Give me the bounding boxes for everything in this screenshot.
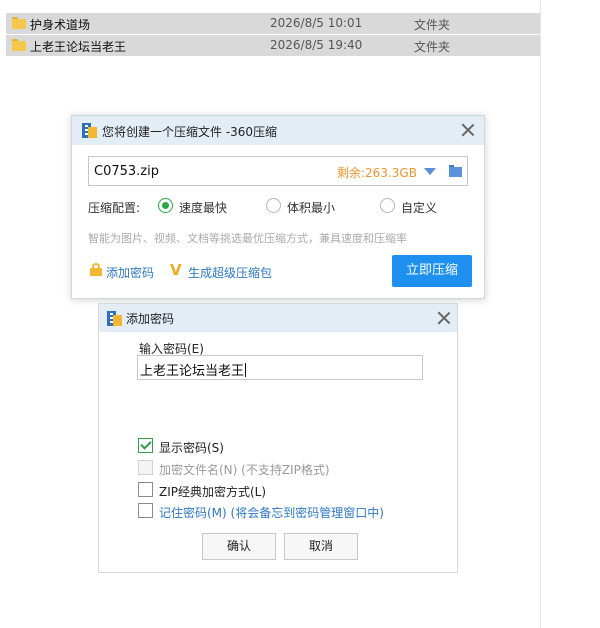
radio-custom[interactable] — [380, 198, 395, 213]
add-password-dialog: 添加密码 输入密码(E) 上老王论坛当老王 显示密码(S) 加密文件名(N) (… — [98, 303, 458, 573]
folder-icon — [12, 39, 26, 51]
file-type: 文件夹 — [414, 40, 451, 54]
text-caret — [245, 363, 247, 377]
compress-dialog: 您将创建一个压缩文件 -360压缩 C0753.zip 剩余:263.3GB 压… — [71, 115, 485, 299]
remember-password-checkbox[interactable] — [138, 503, 153, 518]
file-row[interactable]: 护身术道场 2026/8/5 10:01 文件夹 — [6, 13, 540, 34]
radio-custom-label[interactable]: 自定义 — [401, 199, 437, 216]
encrypt-filenames-label: 加密文件名(N) (不支持ZIP格式) — [159, 463, 330, 477]
radio-smallest[interactable] — [266, 198, 281, 213]
password-dialog-title: 添加密码 — [126, 312, 175, 326]
zip-classic-encryption-checkbox[interactable] — [138, 482, 153, 497]
compress-now-button[interactable]: 立即压缩 — [392, 255, 472, 287]
close-icon[interactable] — [461, 123, 475, 137]
folder-icon — [12, 17, 26, 29]
radio-fastest[interactable] — [158, 198, 173, 213]
lock-icon — [90, 263, 102, 276]
archive-path-field[interactable]: C0753.zip 剩余:263.3GB — [88, 156, 468, 186]
super-package-link[interactable]: 生成超级压缩包 — [188, 264, 272, 281]
cancel-button[interactable]: 取消 — [284, 533, 358, 560]
file-row[interactable]: 上老王论坛当老王 2026/8/5 19:40 文件夹 — [6, 35, 540, 56]
radio-smallest-label[interactable]: 体积最小 — [287, 199, 335, 216]
show-password-label[interactable]: 显示密码(S) — [159, 439, 224, 456]
browse-folder-icon[interactable] — [449, 165, 462, 177]
password-dialog-titlebar[interactable]: 添加密码 — [99, 304, 457, 332]
add-password-link[interactable]: 添加密码 — [106, 264, 154, 281]
file-name: 上老王论坛当老王 — [30, 40, 127, 54]
file-name: 护身术道场 — [30, 18, 91, 32]
compress-dialog-title: 您将创建一个压缩文件 -360压缩 — [102, 125, 278, 139]
radio-fastest-label[interactable]: 速度最快 — [179, 199, 227, 216]
file-type: 文件夹 — [414, 18, 451, 32]
file-date: 2026/8/5 10:01 — [270, 16, 363, 30]
confirm-button[interactable]: 确认 — [202, 533, 276, 560]
remember-password-label[interactable]: 记住密码(M) (将会备忘到密码管理窗口中) — [159, 504, 384, 521]
file-date: 2026/8/5 19:40 — [270, 38, 363, 52]
free-space-label: 剩余:263.3GB — [337, 166, 417, 180]
compress-dialog-titlebar[interactable]: 您将创建一个压缩文件 -360压缩 — [72, 116, 484, 145]
app-icon-360zip — [107, 311, 122, 326]
password-input[interactable]: 上老王论坛当老王 — [137, 355, 423, 380]
v-icon: V — [170, 261, 182, 279]
pane-divider — [540, 0, 541, 628]
encrypt-filenames-checkbox — [138, 460, 153, 475]
compress-hint: 智能为图片、视频、文档等挑选最优压缩方式，兼具速度和压缩率 — [88, 232, 407, 245]
app-icon-360zip — [82, 123, 97, 138]
compress-config-label: 压缩配置: — [88, 201, 141, 215]
zip-classic-encryption-label[interactable]: ZIP经典加密方式(L) — [159, 483, 266, 500]
dropdown-arrow-icon[interactable] — [424, 168, 436, 175]
show-password-checkbox[interactable] — [138, 438, 153, 453]
close-icon[interactable] — [437, 311, 451, 325]
archive-path-value[interactable]: C0753.zip — [94, 164, 159, 179]
password-value[interactable]: 上老王论坛当老王 — [140, 360, 247, 379]
password-text: 上老王论坛当老王 — [140, 364, 245, 379]
